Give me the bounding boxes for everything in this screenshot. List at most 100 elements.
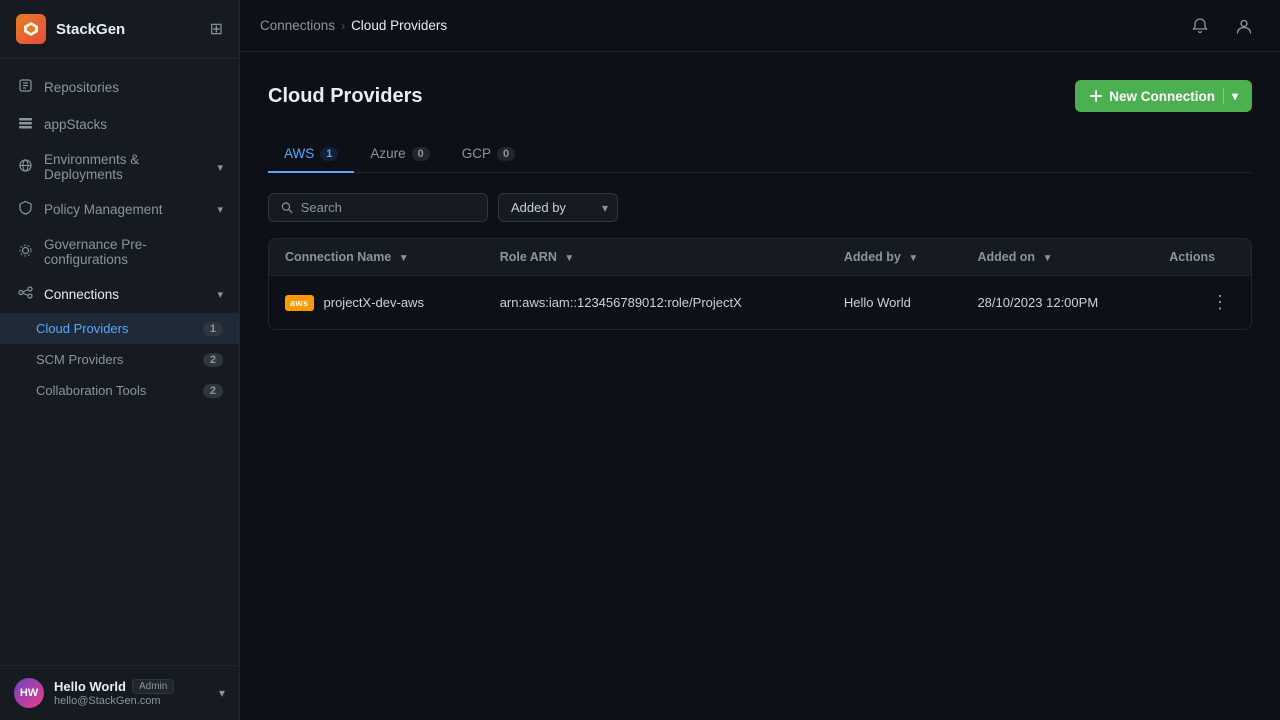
search-input[interactable] [301,200,475,215]
sidebar-item-appstacks[interactable]: appStacks [0,106,239,143]
user-name: Hello World [54,679,126,694]
app-name: StackGen [56,21,125,38]
appstacks-icon [16,115,34,134]
cell-actions: ⋮ [1153,276,1251,330]
notification-button[interactable] [1184,10,1216,42]
aws-logo: aws [285,295,314,311]
table-body: aws projectX-dev-aws arn:aws:iam::123456… [269,276,1251,330]
breadcrumb-separator: › [341,19,345,33]
sidebar-footer[interactable]: HW Hello World Admin hello@StackGen.com … [0,665,239,720]
cell-added-by: Hello World [828,276,962,330]
sidebar-subitem-collaboration-tools[interactable]: Collaboration Tools 2 [0,375,239,406]
user-name-row: Hello World Admin [54,679,209,694]
tab-aws-badge: 1 [320,147,338,161]
policy-icon [16,200,34,219]
policy-chevron: ▾ [217,203,223,216]
connections-label: Connections [44,287,119,302]
page-header: Cloud Providers New Connection ▾ [268,80,1252,112]
topbar-actions [1184,10,1260,42]
connections-icon [16,285,34,304]
breadcrumb: Connections › Cloud Providers [260,18,447,33]
action-menu-button[interactable]: ⋮ [1205,290,1235,315]
user-chevron-icon: ▾ [219,686,225,700]
connection-name-cell: aws projectX-dev-aws [285,295,468,311]
user-email: hello@StackGen.com [54,695,209,707]
tab-aws[interactable]: AWS 1 [268,136,354,173]
governance-icon [16,243,34,262]
environments-chevron: ▾ [217,161,223,174]
sidebar-subitem-cloud-providers[interactable]: Cloud Providers 1 [0,313,239,344]
tab-gcp-label: GCP [462,146,491,161]
tab-gcp[interactable]: GCP 0 [446,136,531,173]
table-row: aws projectX-dev-aws arn:aws:iam::123456… [269,276,1251,330]
topbar: Connections › Cloud Providers [240,0,1280,52]
tab-azure-badge: 0 [412,147,430,161]
sidebar-header: StackGen ⊞ [0,0,239,59]
user-button[interactable] [1228,10,1260,42]
new-connection-button[interactable]: New Connection ▾ [1075,80,1252,112]
avatar-initials: HW [20,687,38,699]
user-role-badge: Admin [132,679,174,694]
connections-table-container: Connection Name ▼ Role ARN ▼ Added by ▼ [268,238,1252,330]
collaboration-tools-badge: 2 [203,384,223,398]
content-area: Cloud Providers New Connection ▾ AWS 1 A… [240,52,1280,720]
new-connection-label: New Connection [1109,89,1215,104]
sidebar-item-repositories[interactable]: Repositories [0,69,239,106]
table-header-row: Connection Name ▼ Role ARN ▼ Added by ▼ [269,239,1251,276]
col-actions: Actions [1153,239,1251,276]
sidebar-item-policy[interactable]: Policy Management ▾ [0,191,239,228]
sort-added-on[interactable]: ▼ [1043,253,1053,264]
connections-chevron: ▾ [217,288,223,301]
btn-dropdown-arrow: ▾ [1232,89,1238,103]
search-box [268,193,488,222]
sidebar-subitem-scm-providers[interactable]: SCM Providers 2 [0,344,239,375]
page-title: Cloud Providers [268,85,422,108]
environments-icon [16,158,34,177]
policy-label: Policy Management [44,202,163,217]
sidebar-item-environments[interactable]: Environments & Deployments ▾ [0,143,239,191]
added-by-filter-wrap: Added by User A User B [498,193,618,222]
repositories-icon [16,78,34,97]
cell-connection-name: aws projectX-dev-aws [269,276,484,330]
added-by-filter[interactable]: Added by User A User B [498,193,618,222]
sidebar: StackGen ⊞ Repositories [0,0,240,720]
sidebar-item-connections[interactable]: Connections ▾ [0,276,239,313]
scm-providers-label: SCM Providers [36,352,123,367]
search-icon [281,201,293,214]
col-added-by: Added by ▼ [828,239,962,276]
cell-role-arn: arn:aws:iam::123456789012:role/ProjectX [484,276,828,330]
btn-divider [1223,88,1224,104]
tab-aws-label: AWS [284,146,314,161]
layout-icon[interactable]: ⊞ [210,19,223,39]
tab-azure-label: Azure [370,146,405,161]
tab-azure[interactable]: Azure 0 [354,136,445,173]
cell-added-on: 28/10/2023 12:00PM [961,276,1153,330]
col-added-on: Added on ▼ [961,239,1153,276]
breadcrumb-cloud-providers: Cloud Providers [351,18,447,33]
breadcrumb-connections[interactable]: Connections [260,18,335,33]
main-content: Connections › Cloud Providers Cloud Prov… [240,0,1280,720]
repositories-label: Repositories [44,80,119,95]
sort-added-by[interactable]: ▼ [908,253,918,264]
appstacks-label: appStacks [44,117,107,132]
sort-role-arn[interactable]: ▼ [564,253,574,264]
cloud-providers-label: Cloud Providers [36,321,129,336]
collaboration-tools-label: Collaboration Tools [36,383,146,398]
environments-label: Environments & Deployments [44,152,207,182]
col-connection-name: Connection Name ▼ [269,239,484,276]
tab-gcp-badge: 0 [497,147,515,161]
tabs-container: AWS 1 Azure 0 GCP 0 [268,136,1252,173]
scm-providers-badge: 2 [203,353,223,367]
connection-name-value: projectX-dev-aws [324,295,424,310]
sidebar-item-governance[interactable]: Governance Pre-configurations [0,228,239,276]
avatar: HW [14,678,44,708]
user-info: Hello World Admin hello@StackGen.com [54,679,209,707]
sidebar-nav: Repositories appStacks Environments [0,59,239,665]
governance-label: Governance Pre-configurations [44,237,223,267]
connections-table: Connection Name ▼ Role ARN ▼ Added by ▼ [269,239,1251,329]
app-logo [16,14,46,44]
cloud-providers-badge: 1 [203,322,223,336]
col-role-arn: Role ARN ▼ [484,239,828,276]
filters-bar: Added by User A User B [268,193,1252,222]
sort-connection-name[interactable]: ▼ [399,253,409,264]
